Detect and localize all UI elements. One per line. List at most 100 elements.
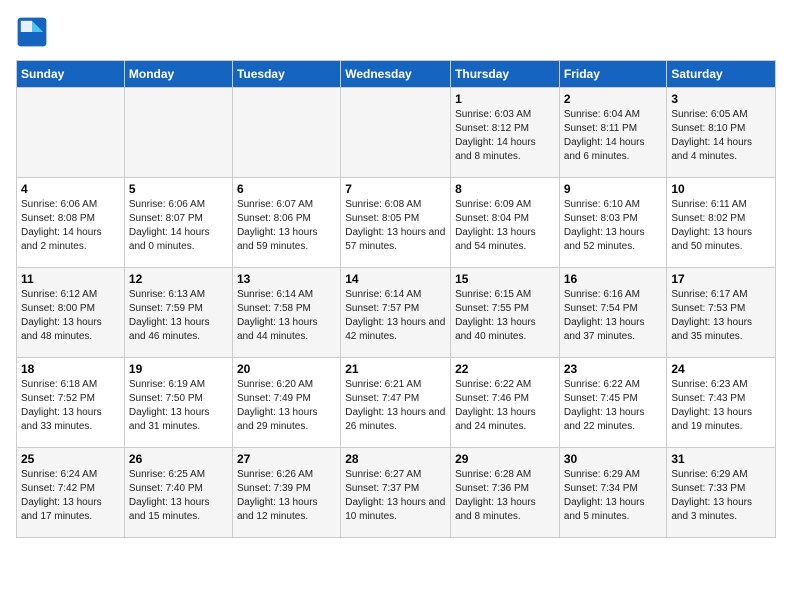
day-info: Sunrise: 6:14 AM Sunset: 7:58 PM Dayligh… [237,288,336,344]
day-info: Sunrise: 6:12 AM Sunset: 8:00 PM Dayligh… [21,288,120,344]
day-number: 2 [564,92,663,106]
day-number: 27 [237,452,336,466]
day-number: 25 [21,452,120,466]
day-info: Sunrise: 6:04 AM Sunset: 8:11 PM Dayligh… [564,108,663,164]
day-info: Sunrise: 6:16 AM Sunset: 7:54 PM Dayligh… [564,288,663,344]
day-info: Sunrise: 6:05 AM Sunset: 8:10 PM Dayligh… [671,108,771,164]
day-cell: 10 Sunrise: 6:11 AM Sunset: 8:02 PM Dayli… [667,178,776,268]
day-info: Sunrise: 6:07 AM Sunset: 8:06 PM Dayligh… [237,198,336,254]
day-cell: 1Sunrise: 6:03 AM Sunset: 8:12 PM Daylig… [451,88,560,178]
day-number: 29 [455,452,555,466]
week-row-2: 4 Sunrise: 6:06 AM Sunset: 8:08 PM Daylig… [17,178,776,268]
day-cell: 8Sunrise: 6:09 AM Sunset: 8:04 PM Daylig… [451,178,560,268]
day-info: Sunrise: 6:06 AM Sunset: 8:07 PM Dayligh… [129,198,228,254]
day-number: 3 [671,92,771,106]
day-cell: 17Sunrise: 6:17 AM Sunset: 7:53 PM Dayli… [667,268,776,358]
day-cell: 5 Sunrise: 6:06 AM Sunset: 8:07 PM Daylig… [124,178,232,268]
day-info: Sunrise: 6:29 AM Sunset: 7:34 PM Dayligh… [564,468,663,524]
day-cell: 28Sunrise: 6:27 AM Sunset: 7:37 PM Dayli… [341,448,451,538]
day-cell: 20 Sunrise: 6:20 AM Sunset: 7:49 PM Dayli… [232,358,340,448]
day-number: 26 [129,452,228,466]
col-header-monday: Monday [124,61,232,88]
day-cell: 19 Sunrise: 6:19 AM Sunset: 7:50 PM Dayli… [124,358,232,448]
day-cell: 7 Sunrise: 6:08 AM Sunset: 8:05 PM Daylig… [341,178,451,268]
day-cell: 2 Sunrise: 6:04 AM Sunset: 8:11 PM Daylig… [559,88,667,178]
day-number: 6 [237,182,336,196]
day-info: Sunrise: 6:08 AM Sunset: 8:05 PM Dayligh… [345,198,446,254]
week-row-4: 18Sunrise: 6:18 AM Sunset: 7:52 PM Dayli… [17,358,776,448]
day-info: Sunrise: 6:09 AM Sunset: 8:04 PM Dayligh… [455,198,555,254]
day-cell: 29Sunrise: 6:28 AM Sunset: 7:36 PM Dayli… [451,448,560,538]
logo [16,16,52,48]
day-cell: 25 Sunrise: 6:24 AM Sunset: 7:42 PM Dayli… [17,448,125,538]
day-number: 30 [564,452,663,466]
day-number: 19 [129,362,228,376]
calendar-table: SundayMondayTuesdayWednesdayThursdayFrid… [16,60,776,538]
day-cell: 6 Sunrise: 6:07 AM Sunset: 8:06 PM Daylig… [232,178,340,268]
day-info: Sunrise: 6:06 AM Sunset: 8:08 PM Dayligh… [21,198,120,254]
day-cell: 15 Sunrise: 6:15 AM Sunset: 7:55 PM Dayli… [451,268,560,358]
day-info: Sunrise: 6:24 AM Sunset: 7:42 PM Dayligh… [21,468,120,524]
day-info: Sunrise: 6:21 AM Sunset: 7:47 PM Dayligh… [345,378,446,434]
day-cell: 9 Sunrise: 6:10 AM Sunset: 8:03 PM Daylig… [559,178,667,268]
day-info: Sunrise: 6:13 AM Sunset: 7:59 PM Dayligh… [129,288,228,344]
week-row-5: 25 Sunrise: 6:24 AM Sunset: 7:42 PM Dayli… [17,448,776,538]
col-header-sunday: Sunday [17,61,125,88]
day-cell: 13 Sunrise: 6:14 AM Sunset: 7:58 PM Dayli… [232,268,340,358]
day-number: 28 [345,452,446,466]
day-number: 4 [21,182,120,196]
day-number: 17 [671,272,771,286]
day-info: Sunrise: 6:25 AM Sunset: 7:40 PM Dayligh… [129,468,228,524]
day-cell: 4 Sunrise: 6:06 AM Sunset: 8:08 PM Daylig… [17,178,125,268]
day-cell: 22Sunrise: 6:22 AM Sunset: 7:46 PM Dayli… [451,358,560,448]
header-row: SundayMondayTuesdayWednesdayThursdayFrid… [17,61,776,88]
day-cell: 31 Sunrise: 6:29 AM Sunset: 7:33 PM Dayli… [667,448,776,538]
day-cell: 21Sunrise: 6:21 AM Sunset: 7:47 PM Dayli… [341,358,451,448]
day-cell [341,88,451,178]
day-cell: 27 Sunrise: 6:26 AM Sunset: 7:39 PM Dayli… [232,448,340,538]
day-number: 7 [345,182,446,196]
day-number: 20 [237,362,336,376]
day-info: Sunrise: 6:22 AM Sunset: 7:46 PM Dayligh… [455,378,555,434]
day-info: Sunrise: 6:26 AM Sunset: 7:39 PM Dayligh… [237,468,336,524]
day-number: 15 [455,272,555,286]
day-number: 23 [564,362,663,376]
col-header-saturday: Saturday [667,61,776,88]
day-info: Sunrise: 6:11 AM Sunset: 8:02 PM Dayligh… [671,198,771,254]
col-header-thursday: Thursday [451,61,560,88]
day-info: Sunrise: 6:18 AM Sunset: 7:52 PM Dayligh… [21,378,120,434]
day-number: 13 [237,272,336,286]
day-number: 5 [129,182,228,196]
day-cell [232,88,340,178]
col-header-friday: Friday [559,61,667,88]
day-number: 14 [345,272,446,286]
day-number: 24 [671,362,771,376]
day-cell: 23Sunrise: 6:22 AM Sunset: 7:45 PM Dayli… [559,358,667,448]
day-cell [124,88,232,178]
col-header-wednesday: Wednesday [341,61,451,88]
day-info: Sunrise: 6:14 AM Sunset: 7:57 PM Dayligh… [345,288,446,344]
day-info: Sunrise: 6:15 AM Sunset: 7:55 PM Dayligh… [455,288,555,344]
logo-icon [16,16,48,48]
day-cell: 26 Sunrise: 6:25 AM Sunset: 7:40 PM Dayli… [124,448,232,538]
day-info: Sunrise: 6:10 AM Sunset: 8:03 PM Dayligh… [564,198,663,254]
day-cell: 11 Sunrise: 6:12 AM Sunset: 8:00 PM Dayli… [17,268,125,358]
day-cell: 12 Sunrise: 6:13 AM Sunset: 7:59 PM Dayli… [124,268,232,358]
day-number: 31 [671,452,771,466]
day-info: Sunrise: 6:19 AM Sunset: 7:50 PM Dayligh… [129,378,228,434]
day-number: 11 [21,272,120,286]
col-header-tuesday: Tuesday [232,61,340,88]
day-cell: 24 Sunrise: 6:23 AM Sunset: 7:43 PM Dayli… [667,358,776,448]
day-number: 12 [129,272,228,286]
week-row-1: 1Sunrise: 6:03 AM Sunset: 8:12 PM Daylig… [17,88,776,178]
day-number: 16 [564,272,663,286]
day-info: Sunrise: 6:20 AM Sunset: 7:49 PM Dayligh… [237,378,336,434]
day-cell [17,88,125,178]
day-cell: 18Sunrise: 6:18 AM Sunset: 7:52 PM Dayli… [17,358,125,448]
day-info: Sunrise: 6:23 AM Sunset: 7:43 PM Dayligh… [671,378,771,434]
day-info: Sunrise: 6:29 AM Sunset: 7:33 PM Dayligh… [671,468,771,524]
day-number: 10 [671,182,771,196]
day-cell: 30 Sunrise: 6:29 AM Sunset: 7:34 PM Dayli… [559,448,667,538]
day-cell: 3 Sunrise: 6:05 AM Sunset: 8:10 PM Daylig… [667,88,776,178]
day-number: 9 [564,182,663,196]
